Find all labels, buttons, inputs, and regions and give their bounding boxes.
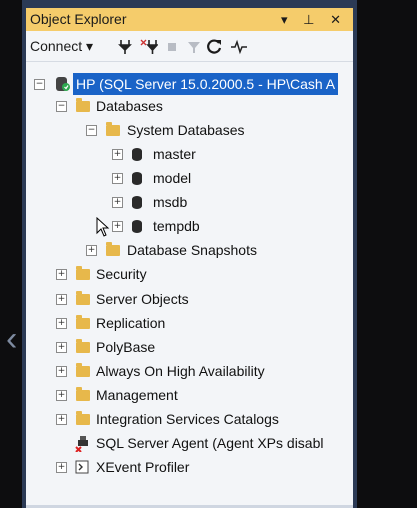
tree-node-server[interactable]: − HP (SQL Server 15.0.2000.5 - HP\Cash A <box>26 73 353 95</box>
integration-services-label: Integration Services Catalogs <box>96 411 279 427</box>
folder-icon <box>76 363 90 377</box>
tree-node-polybase[interactable]: + PolyBase <box>26 336 353 358</box>
model-label: model <box>153 170 192 186</box>
polybase-label: PolyBase <box>96 339 156 355</box>
tree-node-tempdb[interactable]: + tempdb <box>26 215 353 237</box>
msdb-label: msdb <box>153 194 188 210</box>
expand-icon[interactable]: + <box>56 318 67 329</box>
collapse-icon[interactable]: − <box>34 79 45 90</box>
folder-icon <box>76 411 90 425</box>
expand-icon[interactable]: + <box>56 269 67 280</box>
tree-node-always-on[interactable]: + Always On High Availability <box>26 360 353 382</box>
folder-icon <box>76 266 90 280</box>
panel-title: Object Explorer <box>30 11 127 27</box>
folder-icon <box>76 315 90 329</box>
replication-label: Replication <box>96 315 166 331</box>
xevent-profiler-label: XEvent Profiler <box>96 459 190 475</box>
tree-node-security[interactable]: + Security <box>26 263 353 285</box>
collapse-icon[interactable]: − <box>86 125 97 136</box>
filter-icon[interactable] <box>187 38 201 55</box>
tree-node-master[interactable]: + master <box>26 143 353 165</box>
tempdb-label: tempdb <box>153 218 200 234</box>
folder-icon <box>106 122 120 136</box>
security-label: Security <box>96 266 147 282</box>
folder-icon <box>76 339 90 353</box>
expand-icon[interactable]: + <box>56 414 67 425</box>
tree-node-management[interactable]: + Management <box>26 384 353 406</box>
xevent-profiler-icon <box>75 460 89 474</box>
toolbar-divider <box>26 61 353 62</box>
refresh-icon[interactable] <box>207 38 223 55</box>
mouse-cursor-icon <box>96 217 110 237</box>
connect-button[interactable]: Connect ▾ <box>30 38 93 55</box>
database-icon <box>132 220 142 233</box>
disconnect-icon[interactable] <box>140 38 158 55</box>
tree-node-sql-agent[interactable]: SQL Server Agent (Agent XPs disabl <box>26 432 353 454</box>
connect-icon[interactable] <box>118 38 132 55</box>
folder-icon <box>106 242 120 256</box>
server-label: HP (SQL Server 15.0.2000.5 - HP\Cash A <box>73 73 339 95</box>
activity-icon[interactable] <box>230 38 248 55</box>
tree-node-server-objects[interactable]: + Server Objects <box>26 288 353 310</box>
expand-icon[interactable]: + <box>56 390 67 401</box>
chevron-left-icon[interactable]: ‹ <box>6 322 17 356</box>
database-icon <box>132 148 142 161</box>
tree-node-integration-services[interactable]: + Integration Services Catalogs <box>26 408 353 430</box>
panel-window-controls[interactable]: ▾ ⊥ ✕ <box>281 8 347 31</box>
expand-icon[interactable]: + <box>112 221 123 232</box>
server-icon <box>56 77 70 91</box>
tree-node-model[interactable]: + model <box>26 167 353 189</box>
object-explorer-content: Connect ▾ − HP (SQL Server 15.0.2000.5 -… <box>26 31 353 505</box>
expand-icon[interactable]: + <box>56 366 67 377</box>
expand-icon[interactable]: + <box>112 173 123 184</box>
expand-icon[interactable]: + <box>56 294 67 305</box>
tree-node-database-snapshots[interactable]: + Database Snapshots <box>26 239 353 261</box>
tree-node-xevent-profiler[interactable]: + XEvent Profiler <box>26 456 353 478</box>
management-label: Management <box>96 387 178 403</box>
folder-icon <box>76 291 90 305</box>
tree-node-msdb[interactable]: + msdb <box>26 191 353 213</box>
folder-icon <box>76 98 90 112</box>
tree-node-system-databases[interactable]: − System Databases <box>26 119 353 141</box>
stop-icon[interactable] <box>167 38 179 55</box>
database-snapshots-label: Database Snapshots <box>127 242 257 258</box>
expand-icon[interactable]: + <box>112 197 123 208</box>
collapse-icon[interactable]: − <box>56 101 67 112</box>
system-databases-label: System Databases <box>127 122 245 138</box>
expand-icon[interactable]: + <box>112 149 123 160</box>
sql-agent-icon <box>75 436 88 452</box>
panel-title-bar[interactable]: Object Explorer ▾ ⊥ ✕ <box>26 8 353 31</box>
server-objects-label: Server Objects <box>96 291 189 307</box>
expand-icon[interactable]: + <box>56 342 67 353</box>
folder-icon <box>76 387 90 401</box>
database-icon <box>132 172 142 185</box>
sql-agent-label: SQL Server Agent (Agent XPs disabl <box>96 435 324 451</box>
tree-node-replication[interactable]: + Replication <box>26 312 353 334</box>
expand-icon[interactable]: + <box>56 462 67 473</box>
database-icon <box>132 196 142 209</box>
object-explorer-toolbar: Connect ▾ <box>26 31 353 61</box>
databases-label: Databases <box>96 98 163 114</box>
always-on-label: Always On High Availability <box>96 363 265 379</box>
tree-node-databases[interactable]: − Databases <box>26 95 353 117</box>
expand-icon[interactable]: + <box>86 245 97 256</box>
master-label: master <box>153 146 196 162</box>
